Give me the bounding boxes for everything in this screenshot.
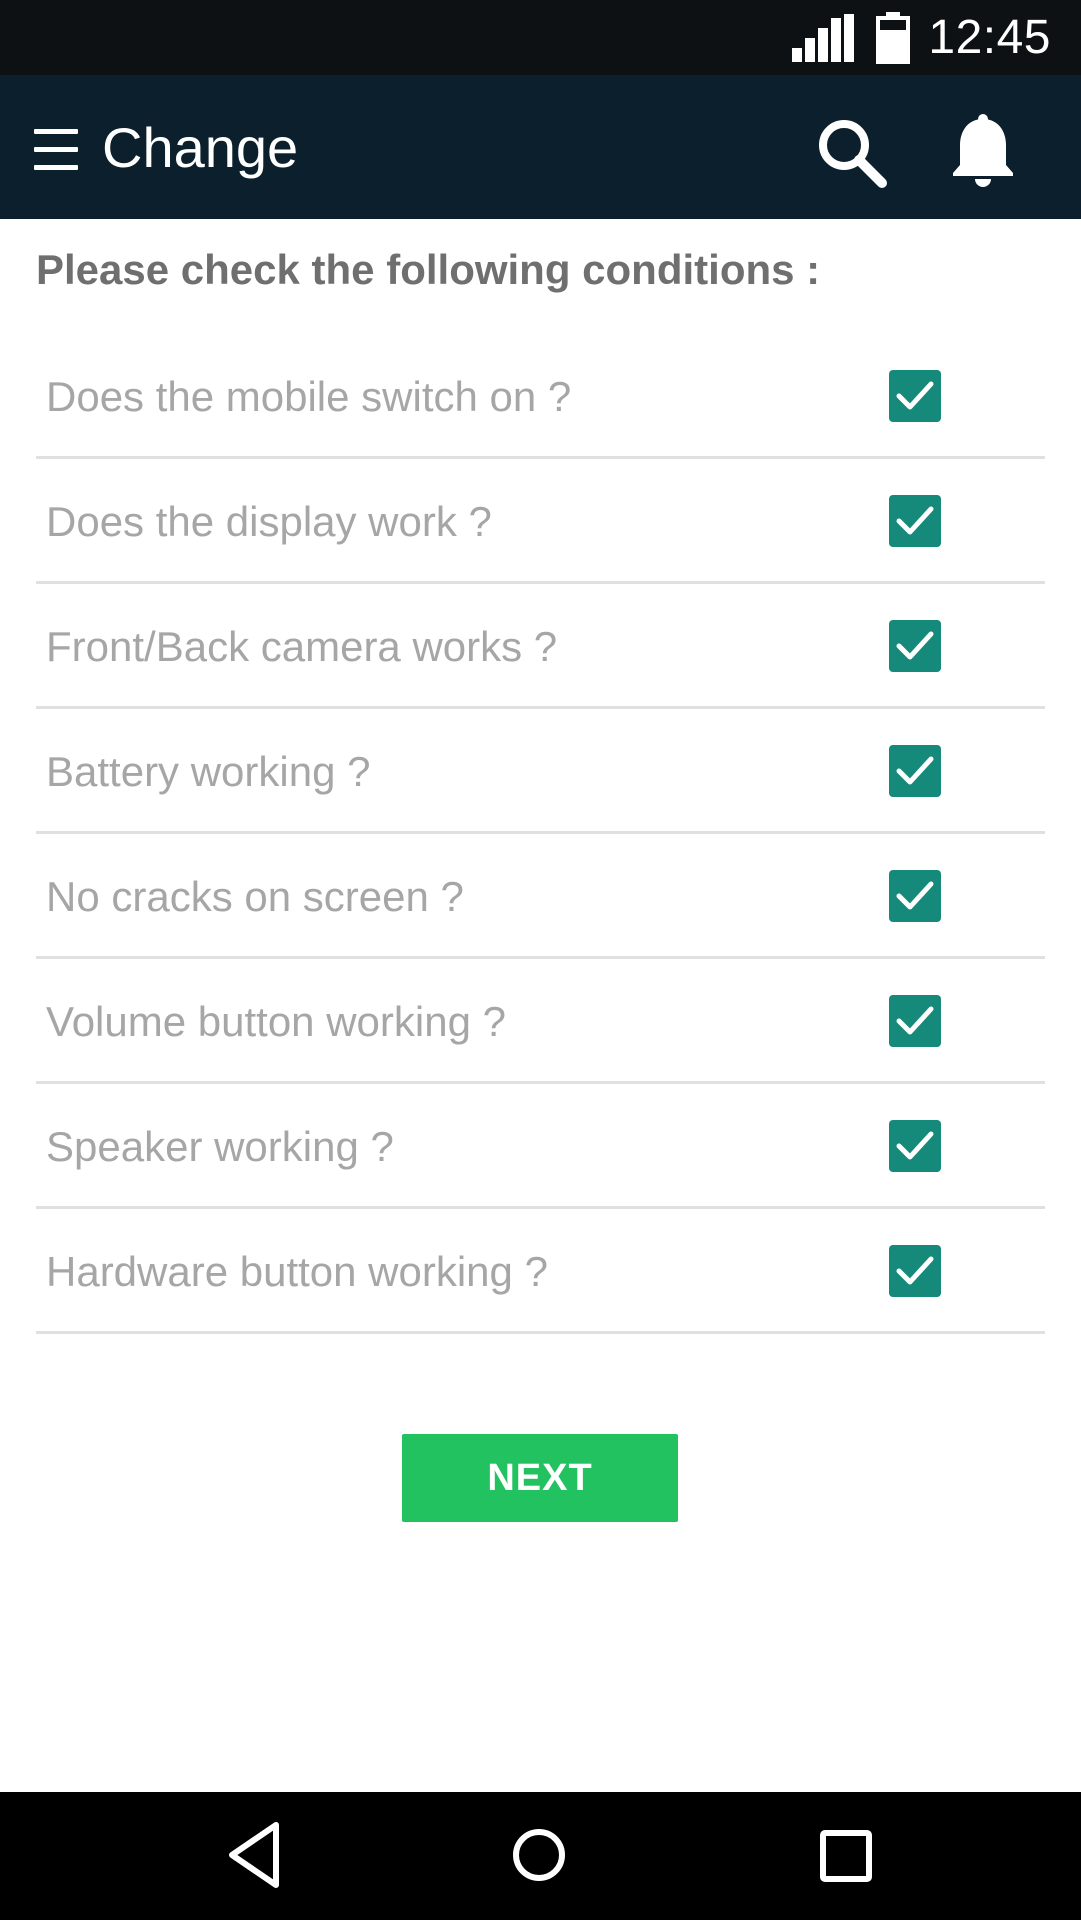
condition-row[interactable]: Battery working ? [36,709,1045,834]
checkbox[interactable] [889,370,941,422]
navigation-bar [0,1792,1081,1920]
checkbox[interactable] [889,995,941,1047]
page-title: Change [102,116,299,179]
checkbox[interactable] [889,870,941,922]
condition-row[interactable]: No cracks on screen ? [36,834,1045,959]
condition-row[interactable]: Volume button working ? [36,959,1045,1084]
condition-row[interactable]: Does the display work ? [36,459,1045,584]
signal-icon [792,13,855,62]
condition-label: Does the mobile switch on ? [46,373,572,420]
condition-label: Speaker working ? [46,1123,394,1170]
status-time: 12:45 [928,11,1051,64]
checkmark-icon [896,631,934,660]
checkmark-icon [896,1006,934,1035]
checkbox[interactable] [889,1120,941,1172]
next-button[interactable]: NEXT [402,1434,678,1522]
condition-list: Does the mobile switch on ? Does the dis… [36,334,1045,1334]
recents-square-icon[interactable] [820,1830,872,1882]
condition-row[interactable]: Hardware button working ? [36,1209,1045,1334]
battery-icon [876,11,911,64]
home-circle-icon[interactable] [512,1828,566,1882]
checkbox[interactable] [889,495,941,547]
condition-label: No cracks on screen ? [46,873,464,920]
bell-icon[interactable] [950,113,1016,189]
checkbox[interactable] [889,1245,941,1297]
checkbox[interactable] [889,620,941,672]
condition-label: Volume button working ? [46,998,506,1045]
condition-row[interactable]: Front/Back camera works ? [36,584,1045,709]
status-icons: 12:45 [792,0,1051,75]
status-bar: 12:45 [0,0,1081,75]
back-triangle-icon[interactable] [226,1820,282,1890]
condition-row[interactable]: Does the mobile switch on ? [36,334,1045,459]
checkmark-icon [896,881,934,910]
condition-row[interactable]: Speaker working ? [36,1084,1045,1209]
checkmark-icon [896,1131,934,1160]
app-bar: Change [0,75,1081,219]
checkmark-icon [896,756,934,785]
checkmark-icon [896,506,934,535]
condition-label: Battery working ? [46,748,371,795]
condition-label: Does the display work ? [46,498,492,545]
condition-label: Front/Back camera works ? [46,623,558,670]
condition-label: Hardware button working ? [46,1248,548,1295]
checkbox[interactable] [889,745,941,797]
checkmark-icon [896,1256,934,1285]
menu-icon[interactable] [34,129,78,171]
search-icon[interactable] [814,115,888,189]
checkmark-icon [896,381,934,410]
section-heading: Please check the following conditions : [36,246,821,293]
